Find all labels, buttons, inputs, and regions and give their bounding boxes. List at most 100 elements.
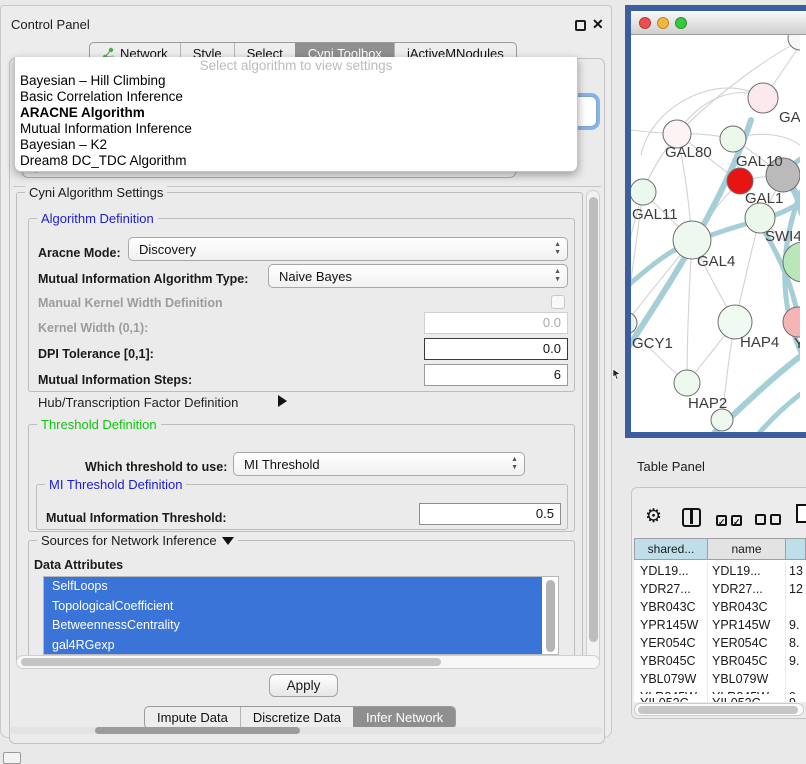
table-row[interactable]: YER054CYER054C8. bbox=[634, 634, 806, 653]
table-row[interactable]: YPR145WYPR145W9. bbox=[634, 616, 806, 635]
table-row-clipped[interactable]: YIL052CYIL052C9 bbox=[634, 694, 806, 702]
node-gal11[interactable] bbox=[631, 179, 656, 205]
table-row[interactable]: YDL19...YDL19...13 bbox=[634, 562, 806, 581]
table-body: YDL19...YDL19...13 YDR27...YDR27...12 YB… bbox=[634, 560, 806, 702]
split-columns-icon[interactable] bbox=[682, 508, 701, 527]
mi-threshold-label: Mutual Information Threshold: bbox=[46, 511, 227, 525]
apply-button[interactable]: Apply bbox=[269, 674, 338, 697]
panel-bottom-scrollbar[interactable] bbox=[10, 727, 602, 734]
collapse-arrow-icon[interactable] bbox=[222, 537, 234, 545]
settings-vscrollbar[interactable] bbox=[586, 190, 600, 667]
bottom-tabbar: Impute Data Discretize Data Infer Networ… bbox=[144, 706, 456, 729]
aracne-mode-label: Aracne Mode: bbox=[38, 246, 121, 260]
list-item[interactable]: gal4RGexp bbox=[44, 636, 542, 656]
network-canvas[interactable]: GAL GAL80 GAL10 GAL1 GAL11 SWI4 GAL4 GCY… bbox=[631, 35, 800, 432]
node-label: GAL4 bbox=[697, 253, 735, 270]
column-header-name[interactable]: name bbox=[708, 538, 786, 560]
node-gal-partial[interactable] bbox=[748, 83, 778, 113]
mi-type-combo[interactable]: Naive Bayes ▲▼ bbox=[268, 264, 568, 288]
popup-item-bayesian-k2[interactable]: Bayesian – K2 bbox=[15, 137, 577, 153]
select-all-columns-icon[interactable]: ✓✓ bbox=[716, 512, 746, 530]
table-row[interactable]: YBL079WYBL079W bbox=[634, 670, 806, 689]
float-window-icon[interactable] bbox=[575, 20, 586, 31]
new-table-icon[interactable] bbox=[796, 504, 806, 523]
sources-group-title: Sources for Network Inference bbox=[41, 533, 217, 548]
popup-item-dream8[interactable]: Dream8 DC_TDC Algorithm bbox=[15, 153, 577, 169]
dpi-tolerance-label: DPI Tolerance [0,1]: bbox=[38, 347, 154, 361]
column-header-extra[interactable] bbox=[786, 538, 806, 560]
close-traffic-icon[interactable] bbox=[639, 17, 651, 29]
gear-icon[interactable]: ⚙ bbox=[645, 505, 662, 528]
node-label: SWI4 bbox=[765, 228, 800, 245]
list-item[interactable]: SelfLoops bbox=[44, 577, 542, 597]
popup-item-mutual-information[interactable]: Mutual Information Inference bbox=[15, 121, 577, 137]
table-header: shared... name bbox=[634, 538, 806, 560]
deselect-all-columns-icon[interactable] bbox=[755, 512, 785, 530]
mi-steps-label: Mutual Information Steps: bbox=[38, 373, 192, 387]
tab-infer-network[interactable]: Infer Network bbox=[353, 707, 455, 728]
list-item[interactable]: BetweennessCentrality bbox=[44, 616, 542, 636]
node-bottom[interactable] bbox=[711, 409, 733, 431]
table-row[interactable]: YDR27...YDR27...12 bbox=[634, 580, 806, 599]
node-label: GAL10 bbox=[736, 153, 783, 170]
node-label: GCY1 bbox=[632, 335, 673, 352]
popup-item-aracne[interactable]: ARACNE Algorithm bbox=[15, 105, 577, 121]
hub-section-label: Hub/Transcription Factor Definition bbox=[38, 395, 238, 410]
aracne-mode-combo[interactable]: Discovery ▲▼ bbox=[128, 237, 568, 261]
network-window-titlebar[interactable] bbox=[631, 11, 806, 35]
list-item[interactable]: TopologicalCoefficient bbox=[44, 597, 542, 617]
tab-discretize-data[interactable]: Discretize Data bbox=[240, 707, 353, 728]
mi-threshold-group-title: MI Threshold Definition bbox=[45, 477, 186, 492]
control-panel-title: Control Panel bbox=[11, 17, 90, 32]
network-view-window: GAL GAL80 GAL10 GAL1 GAL11 SWI4 GAL4 GCY… bbox=[625, 5, 806, 438]
algorithm-popup: Select algorithm to view settings Bayesi… bbox=[14, 57, 578, 172]
aracne-mode-value: Discovery bbox=[139, 242, 196, 257]
node-label: HAP4 bbox=[740, 334, 779, 351]
cyni-algorithm-settings-title: Cyni Algorithm Settings bbox=[25, 185, 167, 200]
mi-threshold-input[interactable]: 0.5 bbox=[419, 503, 561, 525]
node[interactable] bbox=[788, 35, 800, 50]
node-hap2[interactable] bbox=[674, 370, 700, 396]
table-row[interactable]: YBR045CYBR045C9. bbox=[634, 652, 806, 671]
chevron-updown-icon: ▲▼ bbox=[554, 241, 561, 257]
which-threshold-label: Which threshold to use: bbox=[85, 460, 227, 474]
mi-type-label: Mutual Information Algorithm Type: bbox=[38, 272, 248, 286]
table-row[interactable]: YBR043CYBR043C bbox=[634, 598, 806, 617]
node-label: Y bbox=[794, 335, 800, 352]
which-threshold-combo[interactable]: MI Threshold ▲▼ bbox=[233, 452, 525, 476]
mi-steps-input[interactable]: 6 bbox=[424, 364, 568, 386]
algorithm-popup-placeholder: Select algorithm to view settings bbox=[15, 57, 577, 73]
algorithm-definition-title: Algorithm Definition bbox=[37, 211, 158, 226]
threshold-definition-title: Threshold Definition bbox=[37, 417, 161, 432]
manual-kernel-checkbox[interactable] bbox=[551, 295, 565, 309]
which-threshold-value: MI Threshold bbox=[244, 457, 320, 472]
node-gal10[interactable] bbox=[720, 126, 746, 152]
close-icon[interactable]: ✕ bbox=[592, 16, 604, 33]
data-attributes-label: Data Attributes bbox=[34, 558, 123, 572]
mouse-cursor bbox=[612, 367, 622, 385]
kernel-width-input[interactable]: 0.0 bbox=[424, 312, 568, 334]
collapsed-panel-button[interactable] bbox=[3, 752, 21, 764]
popup-item-basic-correlation[interactable]: Basic Correlation Inference bbox=[15, 89, 577, 105]
settings-hscrollbar[interactable] bbox=[16, 655, 600, 669]
column-header-shared[interactable]: shared... bbox=[634, 538, 708, 560]
node-label: GAL bbox=[779, 109, 800, 126]
popup-item-bayesian-hill[interactable]: Bayesian – Hill Climbing bbox=[15, 73, 577, 89]
kernel-width-label: Kernel Width (0,1): bbox=[38, 321, 148, 335]
node-label: GAL11 bbox=[632, 206, 678, 223]
zoom-traffic-icon[interactable] bbox=[675, 17, 687, 29]
table-panel-title: Table Panel bbox=[637, 459, 705, 474]
node-pink[interactable] bbox=[783, 307, 800, 337]
data-attributes-list[interactable]: SelfLoops TopologicalCoefficient Between… bbox=[43, 576, 559, 655]
node-label: HAP2 bbox=[688, 395, 727, 412]
tab-impute-data[interactable]: Impute Data bbox=[145, 707, 240, 728]
screen: { "control_panel": { "title": "Control P… bbox=[0, 0, 806, 762]
list-scrollbar[interactable] bbox=[545, 579, 556, 653]
mi-type-value: Naive Bayes bbox=[279, 269, 352, 284]
node-label: GAL1 bbox=[745, 190, 783, 207]
dpi-tolerance-input[interactable]: 0.0 bbox=[424, 338, 568, 360]
node-label: GAL80 bbox=[665, 144, 712, 161]
minimize-traffic-icon[interactable] bbox=[657, 17, 669, 29]
table-hscrollbar[interactable] bbox=[634, 703, 804, 716]
expand-arrow-icon[interactable] bbox=[278, 395, 287, 407]
